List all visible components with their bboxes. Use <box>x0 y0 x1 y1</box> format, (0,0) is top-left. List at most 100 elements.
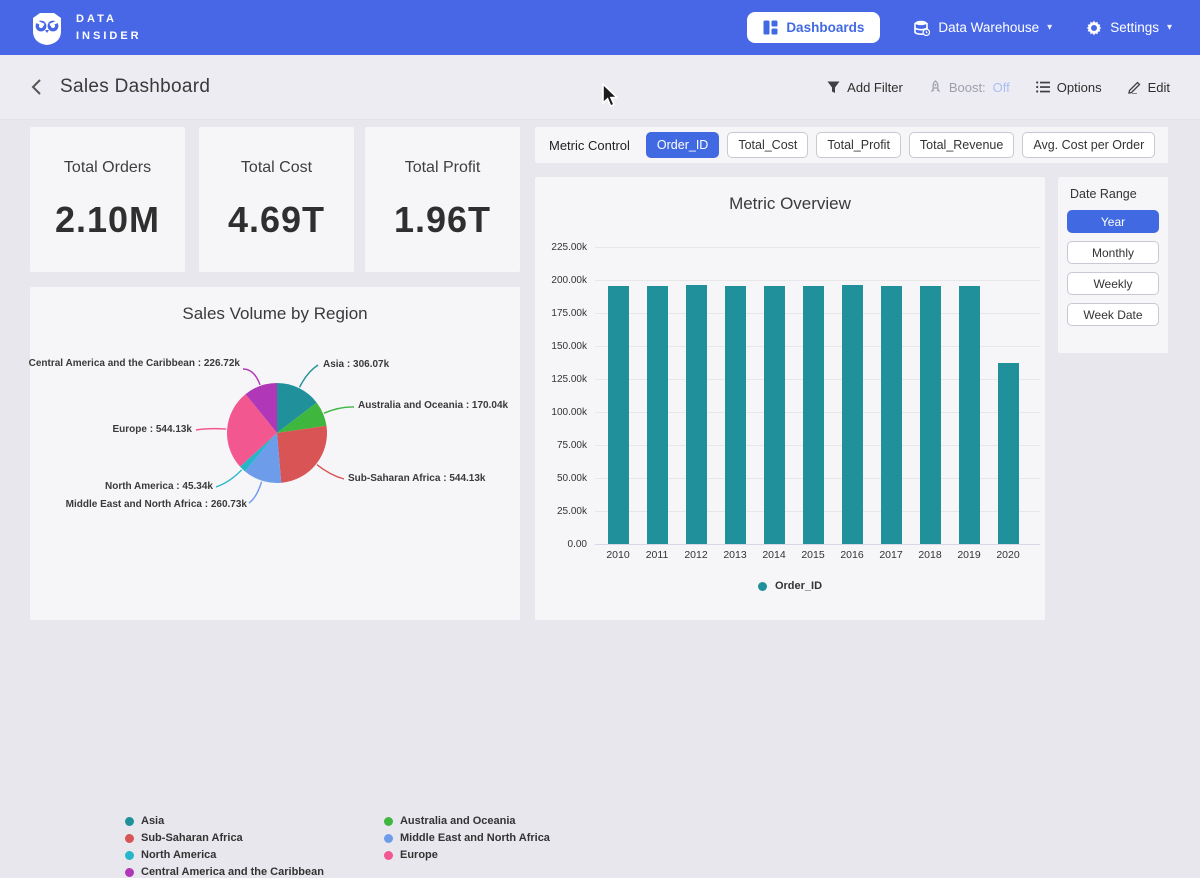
y-axis-tick: 225.00k <box>535 242 587 253</box>
legend-dot <box>384 834 393 843</box>
pie-slice-sub-saharan-africa[interactable] <box>277 426 327 483</box>
pie-slice-australia-and-oceania[interactable] <box>277 403 326 433</box>
legend-label: Europe <box>400 849 438 861</box>
bar-2014[interactable] <box>764 286 785 544</box>
kpi-value: 4.69T <box>228 199 325 241</box>
bar-chart-legend: Order_ID <box>535 580 1045 592</box>
date-range-option-year[interactable]: Year <box>1067 210 1159 233</box>
pie-slice-north-america[interactable] <box>240 433 277 471</box>
metric-option-total-cost[interactable]: Total_Cost <box>727 132 808 158</box>
legend-dot <box>125 851 134 860</box>
metric-option-order-id[interactable]: Order_ID <box>646 132 719 158</box>
add-filter-button[interactable]: Add Filter <box>827 80 903 95</box>
pie-slice-middle-east-and-north-africa[interactable] <box>245 433 281 483</box>
x-axis-tick: 2019 <box>949 549 989 561</box>
pie-label: Sub-Saharan Africa : 544.13k <box>348 473 485 484</box>
pie-slice-europe[interactable] <box>227 394 277 467</box>
settings-label: Settings <box>1110 20 1159 35</box>
bar-2011[interactable] <box>647 286 668 544</box>
metric-option-avg-cost-per-order[interactable]: Avg. Cost per Order <box>1022 132 1155 158</box>
data-warehouse-label: Data Warehouse <box>938 20 1039 35</box>
y-axis-tick: 75.00k <box>535 440 587 451</box>
gridline <box>595 280 1040 281</box>
x-axis-tick: 2013 <box>715 549 755 561</box>
x-axis-tick: 2014 <box>754 549 794 561</box>
legend-item-north-america[interactable]: North America <box>125 849 324 861</box>
y-axis-tick: 125.00k <box>535 374 587 385</box>
legend-item-australia-and-oceania[interactable]: Australia and Oceania <box>384 815 550 827</box>
legend-label: Order_ID <box>775 580 822 592</box>
x-axis-tick: 2010 <box>598 549 638 561</box>
bar-2017[interactable] <box>881 286 902 544</box>
legend-item-sub-saharan-africa[interactable]: Sub-Saharan Africa <box>125 832 324 844</box>
data-warehouse-menu[interactable]: Data Warehouse ▾ <box>914 20 1052 36</box>
bar-2016[interactable] <box>842 285 863 544</box>
x-axis-tick: 2020 <box>988 549 1028 561</box>
kpi-card-total-cost: Total Cost 4.69T <box>199 127 354 272</box>
pie-legend: Asia Sub-Saharan Africa North America Centr… <box>125 815 550 878</box>
y-axis-tick: 150.00k <box>535 341 587 352</box>
bar-2013[interactable] <box>725 286 746 544</box>
legend-label: Australia and Oceania <box>400 815 516 827</box>
kpi-label: Total Profit <box>405 159 481 177</box>
bar-2012[interactable] <box>686 285 707 544</box>
y-axis-tick: 25.00k <box>535 506 587 517</box>
metric-option-total-profit[interactable]: Total_Profit <box>816 132 901 158</box>
legend-item-europe[interactable]: Europe <box>384 849 550 861</box>
bar-2010[interactable] <box>608 286 629 544</box>
pie-leader-line <box>216 470 242 487</box>
legend-label: Middle East and North Africa <box>400 832 550 844</box>
pie-label: North America : 45.34k <box>105 481 213 492</box>
date-range-option-weekly[interactable]: Weekly <box>1067 272 1159 295</box>
back-button[interactable] <box>30 78 42 96</box>
x-axis-tick: 2018 <box>910 549 950 561</box>
pie-label: Middle East and North Africa : 260.73k <box>66 499 247 510</box>
bar-chart-plot[interactable] <box>595 237 1040 544</box>
top-navbar: DATA INSIDER Dashboards <box>0 0 1200 55</box>
gear-icon <box>1086 20 1102 36</box>
date-range-option-week-date[interactable]: Week Date <box>1067 303 1159 326</box>
legend-item-asia[interactable]: Asia <box>125 815 324 827</box>
bar-2015[interactable] <box>803 286 824 544</box>
pie-slice-central-america-and-the-caribbean[interactable] <box>246 383 277 433</box>
dashboards-icon <box>763 20 778 35</box>
options-button[interactable]: Options <box>1036 80 1102 95</box>
date-range-options: Year Monthly Weekly Week Date <box>1067 210 1159 326</box>
pie-label: Australia and Oceania : 170.04k <box>358 400 508 411</box>
pie-chart[interactable] <box>30 287 520 620</box>
y-axis-tick: 200.00k <box>535 275 587 286</box>
date-range-option-monthly[interactable]: Monthly <box>1067 241 1159 264</box>
pie-chart-title: Sales Volume by Region <box>30 287 520 324</box>
kpi-card-total-profit: Total Profit 1.96T <box>365 127 520 272</box>
x-axis-tick: 2015 <box>793 549 833 561</box>
pie-label: Central America and the Caribbean : 226.… <box>29 358 240 369</box>
pie-leader-line <box>300 365 318 387</box>
chevron-down-icon: ▾ <box>1167 22 1172 33</box>
metric-control-bar: Metric Control Order_IDTotal_CostTotal_P… <box>535 127 1168 163</box>
kpi-value: 1.96T <box>394 199 491 241</box>
bar-2018[interactable] <box>920 286 941 544</box>
bar-2020[interactable] <box>998 363 1019 544</box>
legend-item-middle-east-and-north-africa[interactable]: Middle East and North Africa <box>384 832 550 844</box>
dashboards-button[interactable]: Dashboards <box>747 12 880 43</box>
legend-item-central-america-and-the-caribbean[interactable]: Central America and the Caribbean <box>125 866 324 878</box>
boost-toggle[interactable]: Boost: Off <box>929 80 1010 95</box>
legend-dot <box>125 817 134 826</box>
legend-dot <box>758 582 767 591</box>
bar-2019[interactable] <box>959 286 980 544</box>
metric-option-total-revenue[interactable]: Total_Revenue <box>909 132 1014 158</box>
pie-label: Asia : 306.07k <box>323 359 389 370</box>
kpi-card-total-orders: Total Orders 2.10M <box>30 127 185 272</box>
pie-leader-line <box>243 369 260 385</box>
brand-text: DATA INSIDER <box>76 11 142 44</box>
x-axis-tick: 2012 <box>676 549 716 561</box>
bar-chart-card: Metric Overview 225.00k200.00k175.00k150… <box>535 177 1045 620</box>
list-icon <box>1036 81 1050 93</box>
date-range-panel: Date Range YearMonthlyWeeklyWeek Date <box>1058 177 1168 353</box>
pie-slice-asia[interactable] <box>277 383 317 433</box>
brand[interactable]: DATA INSIDER <box>28 9 142 47</box>
settings-menu[interactable]: Settings ▾ <box>1086 20 1172 36</box>
gridline <box>595 247 1040 248</box>
edit-button[interactable]: Edit <box>1128 80 1170 95</box>
rocket-icon <box>929 80 942 94</box>
